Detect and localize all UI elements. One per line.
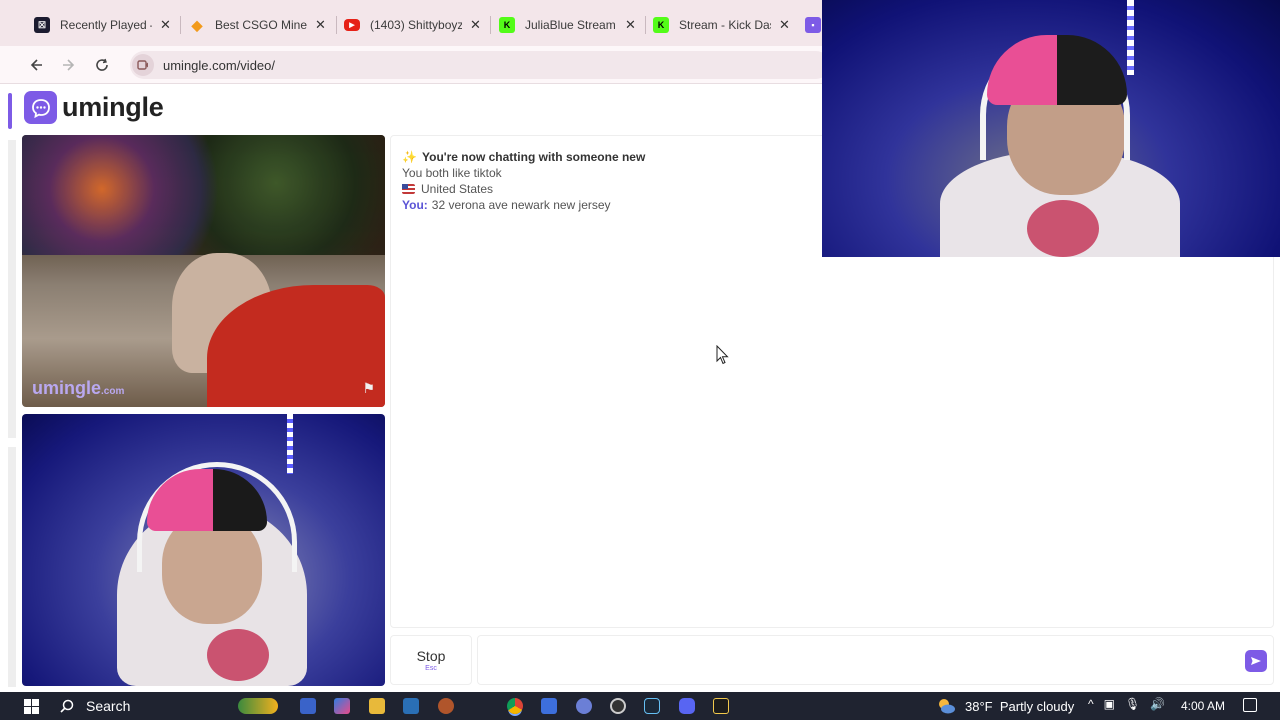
search-icon: [60, 699, 74, 713]
message-author: You:: [402, 198, 428, 212]
send-button[interactable]: [1245, 650, 1267, 672]
tab-title: Stream - Kick Das: [679, 18, 771, 32]
address-bar[interactable]: umingle.com/video/: [130, 51, 830, 79]
copilot-icon[interactable]: [334, 698, 350, 714]
accent-bar: [8, 93, 12, 129]
tab-separator: [490, 16, 491, 34]
close-icon[interactable]: ✕: [470, 17, 481, 33]
network-icon[interactable]: ▣: [1104, 697, 1115, 711]
site-info-icon[interactable]: [132, 54, 154, 76]
self-video: [22, 414, 385, 686]
close-icon[interactable]: ✕: [779, 17, 790, 33]
steam-icon[interactable]: [644, 698, 660, 714]
app-icon[interactable]: [541, 698, 557, 714]
report-flag-icon[interactable]: ⚑: [362, 380, 375, 397]
notification-icon[interactable]: [1243, 698, 1257, 712]
speaker-icon[interactable]: 🔊: [1150, 697, 1165, 711]
back-button[interactable]: [25, 54, 47, 76]
site-logo[interactable]: umingle: [24, 91, 164, 124]
chat-bubble-icon: [24, 91, 57, 124]
widgets-icon[interactable]: [238, 698, 278, 714]
side-strip: [8, 447, 16, 687]
umingle-watermark: umingle.com: [32, 378, 125, 398]
chevron-up-icon[interactable]: ^: [1088, 697, 1094, 711]
message-input[interactable]: [477, 635, 1274, 685]
url-text: umingle.com/video/: [163, 57, 275, 73]
taskview-icon[interactable]: [300, 698, 316, 714]
partly-cloudy-icon: [939, 699, 955, 714]
stranger-location: United States: [402, 181, 645, 197]
tab-csgo-mines[interactable]: ◆ Best CSGO Mines ✕: [189, 10, 326, 40]
diamond-icon: ◆: [191, 16, 203, 33]
arrow-left-icon: [30, 59, 42, 71]
us-flag-icon: [402, 184, 415, 194]
windows-start-icon[interactable]: [24, 699, 39, 714]
steam-style-icon: ☒: [34, 17, 50, 33]
webcam-overlay: [822, 0, 1280, 257]
led-strip: [287, 414, 293, 474]
stranger-video: umingle.com ⚑: [22, 135, 385, 407]
store-icon[interactable]: [403, 698, 419, 714]
taskbar-clock[interactable]: 4:00 AM: [1181, 699, 1225, 713]
sparkle-icon: ✨: [402, 150, 417, 164]
close-icon[interactable]: ✕: [625, 17, 636, 33]
chat-message: You: 32 verona ave newark new jersey: [402, 197, 645, 213]
weather-widget[interactable]: 38°F Partly cloudy: [936, 697, 1074, 715]
brand-name: umingle: [62, 92, 164, 122]
tab-title: Best CSGO Mines: [215, 18, 307, 32]
taskbar-search[interactable]: Search: [52, 695, 232, 717]
kick-icon: K: [653, 17, 669, 33]
windows-taskbar: Search 38°F Partly cloudy ^ ▣ 🎙 🔊 4:00 A…: [0, 692, 1280, 720]
discord-icon[interactable]: [679, 698, 695, 714]
side-strip: [8, 140, 16, 438]
system-tray: ^ ▣ 🎙 🔊: [1088, 697, 1175, 711]
app-icon[interactable]: [576, 698, 592, 714]
shirt-graphic: [1027, 200, 1099, 257]
obs-icon[interactable]: [610, 698, 626, 714]
tab-youtube[interactable]: ▶ (1403) Shittyboyz ✕: [344, 10, 481, 40]
file-explorer-icon[interactable]: [369, 698, 385, 714]
tab-separator: [645, 16, 646, 34]
led-strip: [1127, 0, 1134, 75]
chat-system-message: ✨ You're now chatting with someone new: [402, 150, 646, 164]
forward-button[interactable]: [58, 54, 80, 76]
kick-icon: K: [499, 17, 515, 33]
umingle-icon: ▪: [805, 17, 821, 33]
tab-separator: [180, 16, 181, 34]
send-icon: [1251, 657, 1261, 665]
tab-kick-stream[interactable]: K Stream - Kick Das ✕: [653, 10, 790, 40]
reload-icon: [96, 58, 108, 71]
background-tapestry: [22, 135, 385, 255]
tab-recently-played[interactable]: ☒ Recently Played – ✕: [34, 10, 171, 40]
tab-separator: [336, 16, 337, 34]
chrome-icon[interactable]: [507, 698, 523, 714]
mouse-cursor: [716, 345, 729, 365]
common-interest: You both like tiktok: [402, 166, 502, 180]
app-icon[interactable]: [713, 698, 729, 714]
shirt-graphic: [207, 629, 269, 681]
microphone-icon[interactable]: 🎙: [1125, 697, 1140, 711]
youtube-icon: ▶: [344, 19, 360, 31]
shortcut-hint: Esc: [425, 665, 437, 672]
message-text: 32 verona ave newark new jersey: [431, 198, 611, 212]
stop-button[interactable]: Stop Esc: [390, 635, 472, 685]
arrow-right-icon: [63, 59, 75, 71]
close-icon[interactable]: ✕: [160, 17, 171, 33]
pink-cap: [987, 35, 1127, 105]
tab-title: JuliaBlue Stream: [525, 18, 616, 32]
app-icon[interactable]: [438, 698, 454, 714]
close-icon[interactable]: ✕: [315, 17, 326, 33]
tab-juliablue[interactable]: K JuliaBlue Stream ✕: [499, 10, 636, 40]
reload-button[interactable]: [91, 54, 113, 76]
tab-title: Recently Played –: [60, 18, 152, 32]
tab-title: (1403) Shittyboyz: [370, 18, 462, 32]
